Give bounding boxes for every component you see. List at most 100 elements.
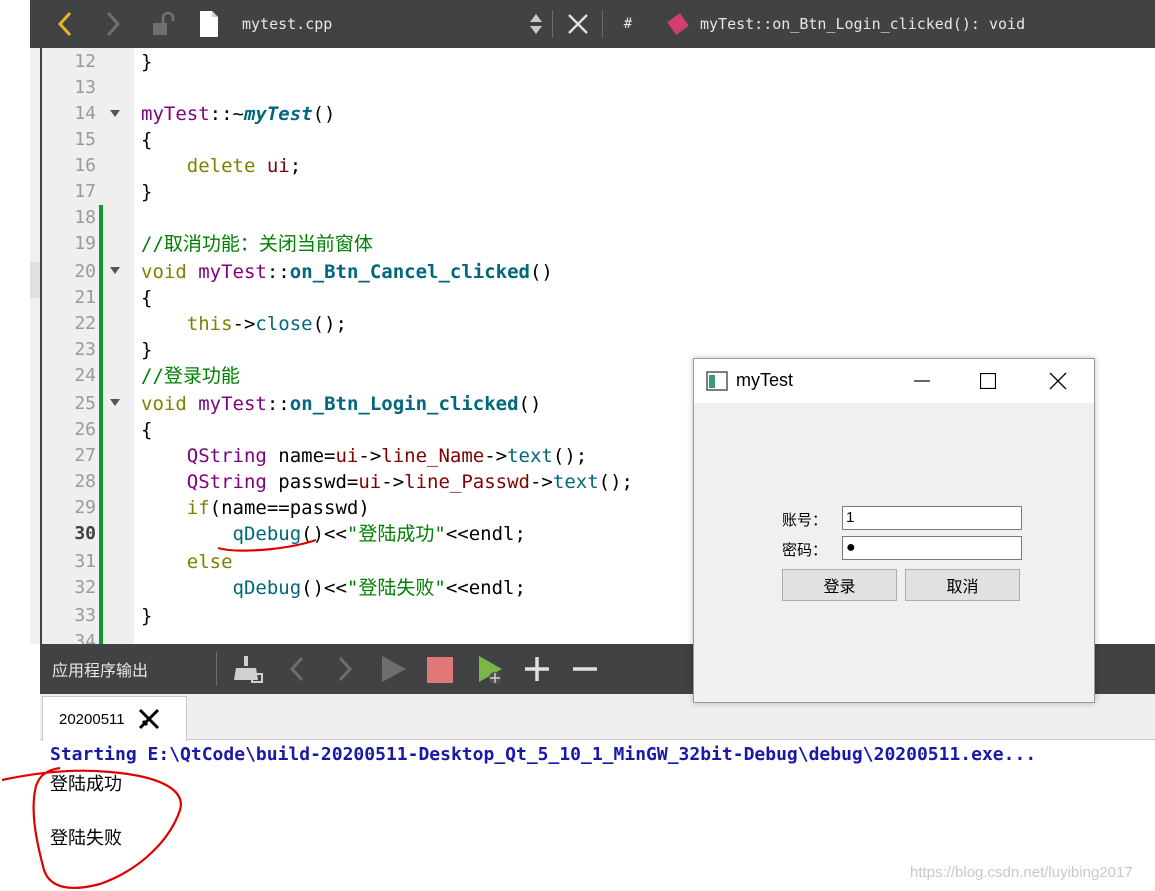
output-tab-label: 20200511 xyxy=(59,710,125,728)
hash-label[interactable]: # xyxy=(618,0,638,48)
token: passwd= xyxy=(266,471,359,493)
code-line-22: this->close(); xyxy=(141,311,347,337)
run-button[interactable] xyxy=(378,654,408,684)
token: qDebug xyxy=(232,577,302,599)
token: } xyxy=(141,181,153,203)
account-input[interactable]: 1 xyxy=(842,506,1022,530)
plus-icon xyxy=(525,657,549,681)
token: line_Name xyxy=(381,445,485,467)
dialog-titlebar[interactable]: myTest xyxy=(694,359,1094,403)
line-number: 20 xyxy=(74,261,96,282)
code-line-12: } xyxy=(141,49,152,75)
minus-icon xyxy=(573,667,597,671)
token: myTest xyxy=(243,103,313,125)
zoom-out-button[interactable] xyxy=(570,654,600,684)
code-line-15: { xyxy=(141,127,152,153)
line-number: 29 xyxy=(74,497,96,518)
line-number: 31 xyxy=(74,551,96,572)
back-button[interactable] xyxy=(50,0,80,48)
close-tab-icon[interactable] xyxy=(137,707,161,731)
token: void xyxy=(141,393,187,415)
minimize-button[interactable] xyxy=(900,359,944,403)
broom-icon xyxy=(234,656,263,683)
token: "登陆成功" xyxy=(346,523,446,545)
code-line-16: delete ui; xyxy=(141,153,301,179)
token: name= xyxy=(266,445,336,467)
updown-arrows-icon xyxy=(530,14,542,34)
minimize-icon xyxy=(914,380,930,382)
token: -> xyxy=(381,471,405,493)
lock-button[interactable] xyxy=(146,0,180,48)
token: void xyxy=(141,261,187,283)
line-number: 28 xyxy=(74,471,96,492)
token: QString xyxy=(186,471,267,493)
change-indicator-bar xyxy=(99,205,103,644)
token: } xyxy=(141,605,153,627)
file-name[interactable]: mytest.cpp xyxy=(242,0,362,48)
code-line-28: QString passwd=ui->line_Passwd->text(); xyxy=(141,469,633,495)
debug-run-button[interactable] xyxy=(476,654,506,686)
maximize-button[interactable] xyxy=(966,359,1010,403)
line-number: 23 xyxy=(74,339,96,360)
token: } xyxy=(141,51,153,73)
code-line-24: //登录功能 xyxy=(141,363,240,389)
code-line-27: QString name=ui->line_Name->text(); xyxy=(141,443,587,469)
close-window-button[interactable] xyxy=(1036,359,1080,403)
function-symbol-icon xyxy=(667,13,689,35)
cancel-button[interactable]: 取消 xyxy=(905,569,1020,601)
symbol-selector[interactable]: myTest::on_Btn_Login_clicked(): void xyxy=(700,0,1060,48)
zoom-in-button[interactable] xyxy=(522,654,552,684)
token: text xyxy=(552,471,599,493)
login-button[interactable]: 登录 xyxy=(782,569,897,601)
clear-output-button[interactable] xyxy=(230,654,266,684)
code-line-21: { xyxy=(141,285,152,311)
code-line-17: } xyxy=(141,179,152,205)
token: (name==passwd) xyxy=(209,497,370,519)
file-icon xyxy=(200,11,218,37)
red-underline-annotation xyxy=(217,538,317,552)
token: { xyxy=(141,129,153,151)
output-tab[interactable]: 20200511 xyxy=(42,696,187,741)
line-number: 34 xyxy=(74,631,96,644)
editor-toolbar: mytest.cpp # myTest::on_Btn_Login_clicke… xyxy=(30,0,1155,48)
red-circle-annotation xyxy=(1,766,182,890)
current-line-marker xyxy=(30,262,40,298)
code-line-19: //取消功能：关闭当前窗体 xyxy=(141,231,373,257)
fold-arrow-icon[interactable] xyxy=(110,110,120,117)
output-pane-title: 应用程序输出 xyxy=(52,661,149,680)
left-margin xyxy=(0,48,30,644)
token: on_Btn_Cancel_clicked xyxy=(289,261,530,283)
token: QString xyxy=(186,445,267,467)
file-switcher-arrows[interactable] xyxy=(526,0,546,48)
fold-arrow-icon[interactable] xyxy=(110,267,120,274)
token: ui xyxy=(266,155,290,177)
fold-arrow-icon[interactable] xyxy=(110,399,120,406)
chevron-left-icon xyxy=(289,656,304,682)
current-line-number: 30 xyxy=(74,523,96,544)
code-line-32: qDebug()<<"登陆失败"<<endl; xyxy=(141,575,526,601)
mytest-dialog-window: myTest 账号： 1 密码： ● 登录 取消 xyxy=(693,358,1095,703)
token: myTest xyxy=(141,103,210,125)
forward-button[interactable] xyxy=(98,0,128,48)
token: (); xyxy=(552,445,588,467)
password-input[interactable]: ● xyxy=(842,536,1022,560)
token: if xyxy=(186,497,210,519)
close-file-button[interactable] xyxy=(564,0,592,48)
token: "登陆失败" xyxy=(346,577,446,599)
token: delete xyxy=(186,155,256,177)
maximize-icon xyxy=(980,373,996,389)
token: ()<< xyxy=(301,577,347,599)
prev-button[interactable] xyxy=(284,654,312,684)
lock-icon xyxy=(153,11,175,35)
token: text xyxy=(507,445,553,467)
code-line-29: if(name==passwd) xyxy=(141,495,370,521)
next-button[interactable] xyxy=(330,654,358,684)
token: :: xyxy=(266,393,290,415)
stop-button[interactable] xyxy=(426,656,454,684)
toolbar-divider xyxy=(552,10,553,38)
stop-icon xyxy=(427,657,453,683)
token: close xyxy=(255,313,313,335)
token: ui xyxy=(335,445,359,467)
token: myTest xyxy=(198,261,267,283)
line-number: 27 xyxy=(74,445,96,466)
